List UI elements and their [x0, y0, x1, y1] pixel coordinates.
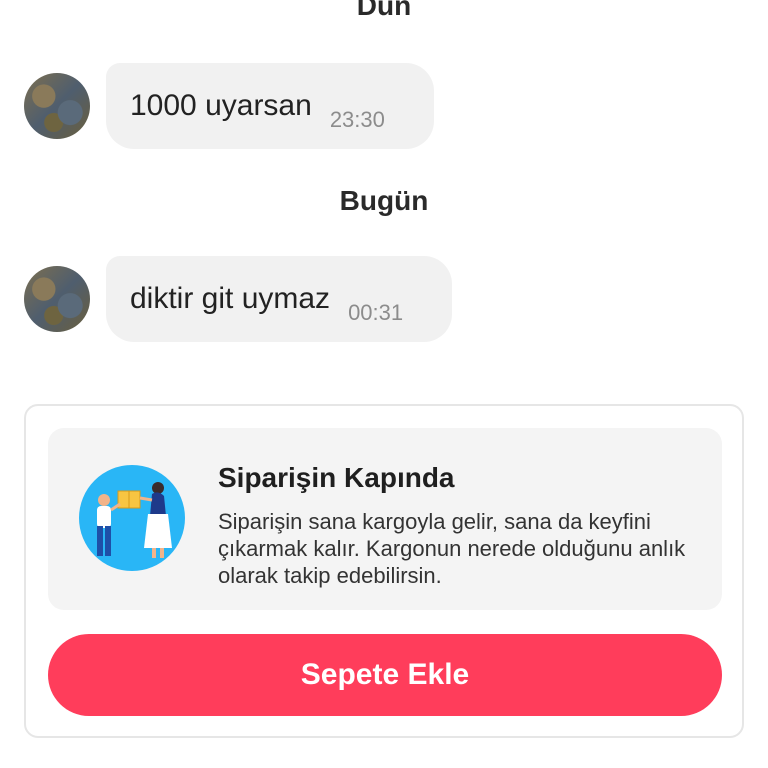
message-bubble[interactable]: 1000 uyarsan 23:30: [106, 63, 434, 149]
day-separator-yesterday: Dün: [356, 0, 412, 21]
product-card: Siparişin Kapında Siparişin sana kargoyl…: [24, 404, 744, 738]
message-text: 1000 uyarsan: [130, 89, 312, 122]
delivery-description: Siparişin sana kargoyla gelir, sana da k…: [218, 509, 686, 588]
message-bubble[interactable]: diktir git uymaz 00:31: [106, 256, 452, 342]
delivery-info-box: Siparişin Kapında Siparişin sana kargoyl…: [48, 428, 722, 610]
add-to-cart-button[interactable]: Sepete Ekle: [48, 634, 722, 716]
message-time: 23:30: [329, 107, 385, 132]
avatar[interactable]: [24, 266, 90, 332]
day-separator-today: Bugün: [339, 185, 429, 216]
message-text: diktir git uymaz: [130, 282, 331, 315]
avatar[interactable]: [24, 73, 90, 139]
message-time: 00:31: [348, 300, 404, 325]
delivery-title: Siparişin Kapında: [218, 462, 455, 493]
delivery-illustration-icon: [79, 465, 185, 571]
